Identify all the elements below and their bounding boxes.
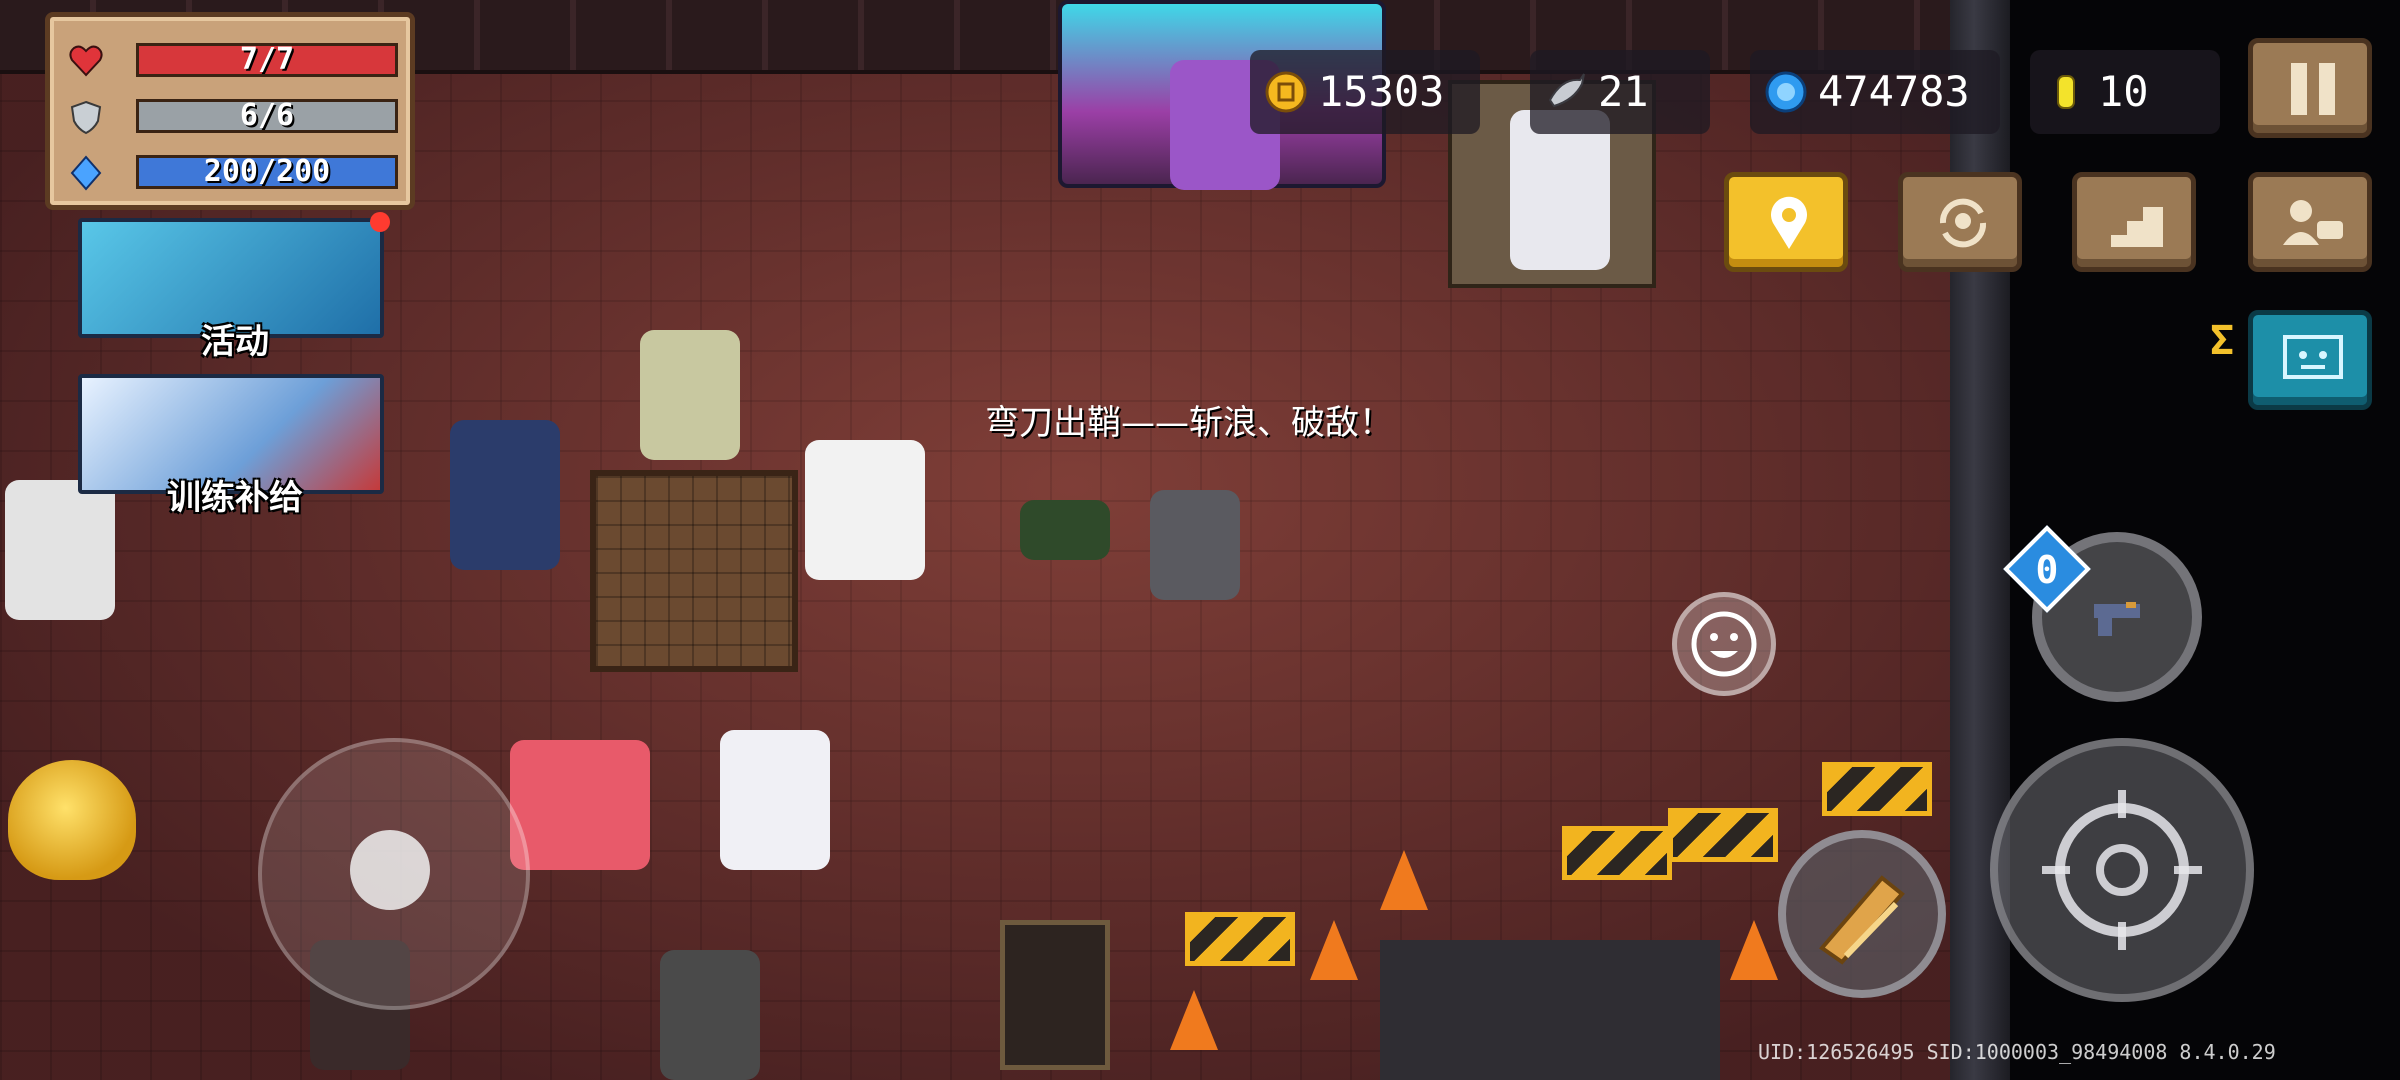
weapon-slot-count: 0 xyxy=(2035,548,2059,592)
barrier xyxy=(1668,808,1778,862)
pause-button[interactable] xyxy=(2248,38,2372,138)
traffic-cone xyxy=(1310,920,1358,980)
gem-counter: 474783 xyxy=(1750,50,2000,134)
sigma-icon: Σ xyxy=(2210,318,2235,364)
character-switch-button[interactable] xyxy=(1898,172,2022,272)
pet-cat xyxy=(1020,500,1110,560)
skill-button[interactable] xyxy=(1778,830,1946,998)
token-counter: 10 xyxy=(2030,50,2220,134)
energy-crystal-icon xyxy=(70,155,102,191)
profile-button[interactable] xyxy=(2248,172,2372,272)
hazard-sign xyxy=(1000,920,1110,1070)
character-switch-icon xyxy=(1939,198,1987,248)
gold-value: 15303 xyxy=(1318,67,1445,116)
notification-dot xyxy=(370,212,390,232)
hp-value: 7/7 xyxy=(239,42,295,77)
barrier xyxy=(1562,826,1672,880)
gem-value: 474783 xyxy=(1818,67,1970,116)
fish-counter: 21 xyxy=(1530,50,1710,134)
version-info: UID:126526495 SID:1000003_98494008 8.4.0… xyxy=(1758,1040,2276,1064)
emote-button[interactable] xyxy=(1672,592,1776,696)
pause-icon xyxy=(2291,63,2335,115)
crosshair-icon xyxy=(2042,790,2202,950)
location-button[interactable] xyxy=(1724,172,1848,272)
event-banner[interactable]: 活动 xyxy=(78,218,384,362)
armor-value: 6/6 xyxy=(239,98,295,133)
token-value: 10 xyxy=(2098,67,2149,116)
npc-white-hair[interactable] xyxy=(1510,110,1610,270)
fish-value: 21 xyxy=(1598,67,1649,116)
npc-green-hat[interactable] xyxy=(640,330,740,460)
training-banner-label: 训练补给 xyxy=(167,478,303,518)
shield-icon xyxy=(70,100,102,135)
npc-ninja[interactable] xyxy=(450,420,560,570)
stairs-icon xyxy=(2111,207,2163,247)
npc-dialogue-text: 弯刀出鞘——斩浪、破敌！ xyxy=(985,403,1393,443)
token-icon xyxy=(2057,75,2075,109)
npc-bunny[interactable] xyxy=(720,730,830,870)
chat-button[interactable] xyxy=(2248,310,2372,410)
construction-ramp xyxy=(1380,940,1720,1080)
energy-row: 200/200 xyxy=(64,151,398,195)
npc-red-hair[interactable] xyxy=(510,740,650,870)
weapon-skill-icon xyxy=(1819,875,1905,965)
traffic-cone xyxy=(1730,920,1778,980)
heart-icon xyxy=(69,45,103,77)
game-screen: 7/7 6/6 200/200 活动 训练补给 15303 21 474783 … xyxy=(0,0,2400,1080)
training-supply-banner[interactable]: 训练补给 xyxy=(78,374,384,518)
player-knight xyxy=(1150,490,1240,600)
stairs-button[interactable] xyxy=(2072,172,2196,272)
chat-icon xyxy=(2283,335,2343,379)
fish-icon xyxy=(1548,73,1585,108)
armor-row: 6/6 xyxy=(64,95,398,139)
smiley-icon xyxy=(1691,611,1757,677)
gold-counter: 15303 xyxy=(1250,50,1480,134)
joystick-knob[interactable] xyxy=(350,830,430,910)
barrier xyxy=(1822,762,1932,816)
traffic-cone xyxy=(1170,990,1218,1050)
gold-coin-icon xyxy=(1265,71,1307,113)
npc-cap[interactable] xyxy=(660,950,760,1080)
event-banner-label: 活动 xyxy=(201,322,269,362)
profile-card-icon xyxy=(2283,200,2343,245)
traffic-cone xyxy=(1380,850,1428,910)
player-stats-panel: 7/7 6/6 200/200 xyxy=(45,12,415,210)
attack-button[interactable] xyxy=(1990,738,2254,1002)
hp-row: 7/7 xyxy=(64,39,398,83)
npc-mask[interactable] xyxy=(805,440,925,580)
barrier xyxy=(1185,912,1295,966)
gem-icon xyxy=(1765,71,1807,113)
location-pin-icon xyxy=(1771,196,1807,249)
gold-pile xyxy=(8,760,136,880)
energy-value: 200/200 xyxy=(203,154,331,189)
chess-board-table[interactable] xyxy=(590,470,798,672)
